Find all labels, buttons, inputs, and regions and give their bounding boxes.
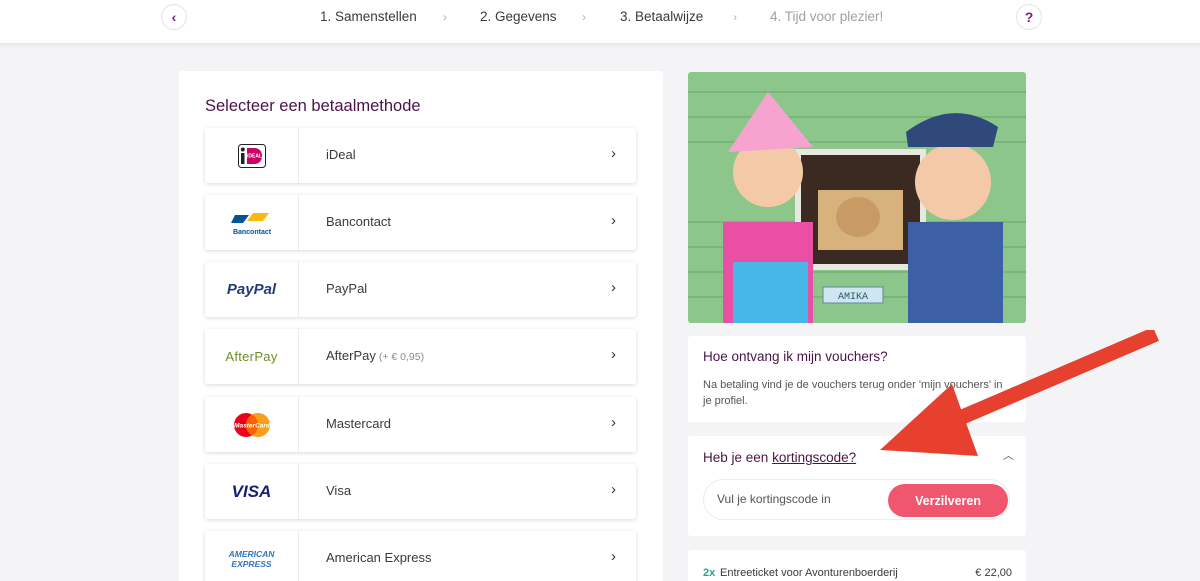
chevron-up-icon[interactable]: ︿ <box>1003 447 1014 463</box>
order-summary-card: 2x Entreeticket voor Avonturenboerderij … <box>688 550 1026 581</box>
discount-card: Heb je een kortingscode? ︿ Verzilveren <box>688 436 1026 536</box>
voucher-info-card: Hoe ontvang ik mijn vouchers? Na betalin… <box>688 336 1026 422</box>
step-samenstellen[interactable]: 1. Samenstellen <box>320 9 417 24</box>
payment-method-card: Selecteer een betaalmethode iDEAL iDeal … <box>179 71 663 581</box>
afterpay-logo-text: AfterPay <box>225 349 278 364</box>
payment-option-bancontact[interactable]: Bancontact Bancontact › <box>205 195 636 250</box>
bancontact-logo-text: Bancontact <box>232 229 271 236</box>
voucher-info-title: Hoe ontvang ik mijn vouchers? <box>703 349 888 364</box>
visa-logo-text: VISA <box>231 481 272 501</box>
discount-code-box: Verzilveren <box>703 479 1010 520</box>
chevron-right-icon: › <box>611 346 616 363</box>
payment-option-ideal[interactable]: iDEAL iDeal › <box>205 128 636 183</box>
chevron-right-icon: › <box>611 481 616 498</box>
step-tijd-voor-plezier: 4. Tijd voor plezier! <box>770 9 884 24</box>
afterpay-logo: AfterPay <box>205 329 299 384</box>
order-item-price: € 22,00 <box>975 567 1012 579</box>
bancontact-logo: Bancontact <box>205 195 299 250</box>
question-mark-icon: ? <box>1024 9 1034 25</box>
photo-sign-text: AMIKA <box>838 292 868 303</box>
payment-option-label: iDeal <box>326 147 356 162</box>
afterpay-label: AfterPay <box>326 348 376 363</box>
paypal-logo-text: PayPal <box>226 281 277 298</box>
chevron-right-icon: › <box>611 548 616 565</box>
payment-option-label: PayPal <box>326 281 368 296</box>
payment-option-paypal[interactable]: PayPal PayPal › <box>205 262 636 317</box>
checkout-stepper-bar: ‹ 1. Samenstellen › 2. Gegevens › 3. Bet… <box>0 0 1200 44</box>
afterpay-fee: (+ € 0,95) <box>378 351 425 363</box>
ideal-logo-text: iDEAL <box>247 153 262 159</box>
chevron-left-icon: ‹ <box>171 9 177 25</box>
chevron-right-icon: › <box>611 279 616 296</box>
chevron-right-icon: › <box>611 145 616 162</box>
discount-link[interactable]: kortingscode? <box>772 450 856 465</box>
discount-title: Heb je een kortingscode? <box>703 450 856 465</box>
discount-prefix: Heb je een <box>703 450 773 465</box>
order-qty: 2x <box>703 567 716 579</box>
payment-option-label: American Express <box>326 550 432 565</box>
chevron-right-icon: › <box>611 414 616 431</box>
payment-option-mastercard[interactable]: MasterCard Mastercard › <box>205 397 636 452</box>
step-gegevens[interactable]: 2. Gegevens <box>480 9 557 24</box>
discount-code-input[interactable] <box>717 489 877 509</box>
payment-option-visa[interactable]: VISA Visa › <box>205 464 636 519</box>
order-item-name: Entreeticket voor Avonturenboerderij <box>720 567 898 579</box>
step-betaalwijze: 3. Betaalwijze <box>620 9 704 24</box>
voucher-info-text: Na betaling vind je de vouchers terug on… <box>703 379 1003 407</box>
visa-logo: VISA <box>205 464 299 519</box>
mastercard-logo-text: MasterCard <box>234 422 271 429</box>
help-button[interactable]: ? <box>1016 4 1042 30</box>
payment-option-afterpay[interactable]: AfterPay AfterPay (+ € 0,95) › <box>205 329 636 384</box>
paypal-logo: PayPal <box>205 262 299 317</box>
amex-logo: AMERICAN EXPRESS <box>205 531 299 581</box>
mastercard-logo: MasterCard <box>205 397 299 452</box>
mascot-photo: AMIKA <box>688 72 1026 323</box>
chevron-right-icon: › <box>582 10 586 24</box>
payment-title: Selecteer een betaalmethode <box>205 97 421 115</box>
payment-option-amex[interactable]: AMERICAN EXPRESS American Express › <box>205 531 636 581</box>
amex-logo-line2: EXPRESS <box>231 558 272 569</box>
payment-option-label: Mastercard <box>326 416 392 431</box>
payment-option-label: AfterPay (+ € 0,95) <box>326 348 424 363</box>
back-button[interactable]: ‹ <box>161 4 187 30</box>
amex-logo-line1: AMERICAN <box>228 548 275 559</box>
payment-option-label: Visa <box>326 483 352 498</box>
payment-option-label: Bancontact <box>326 214 392 229</box>
ideal-logo: iDEAL <box>205 128 299 183</box>
chevron-right-icon: › <box>733 10 737 24</box>
chevron-right-icon: › <box>611 212 616 229</box>
redeem-button[interactable]: Verzilveren <box>888 484 1008 517</box>
chevron-right-icon: › <box>443 10 447 24</box>
